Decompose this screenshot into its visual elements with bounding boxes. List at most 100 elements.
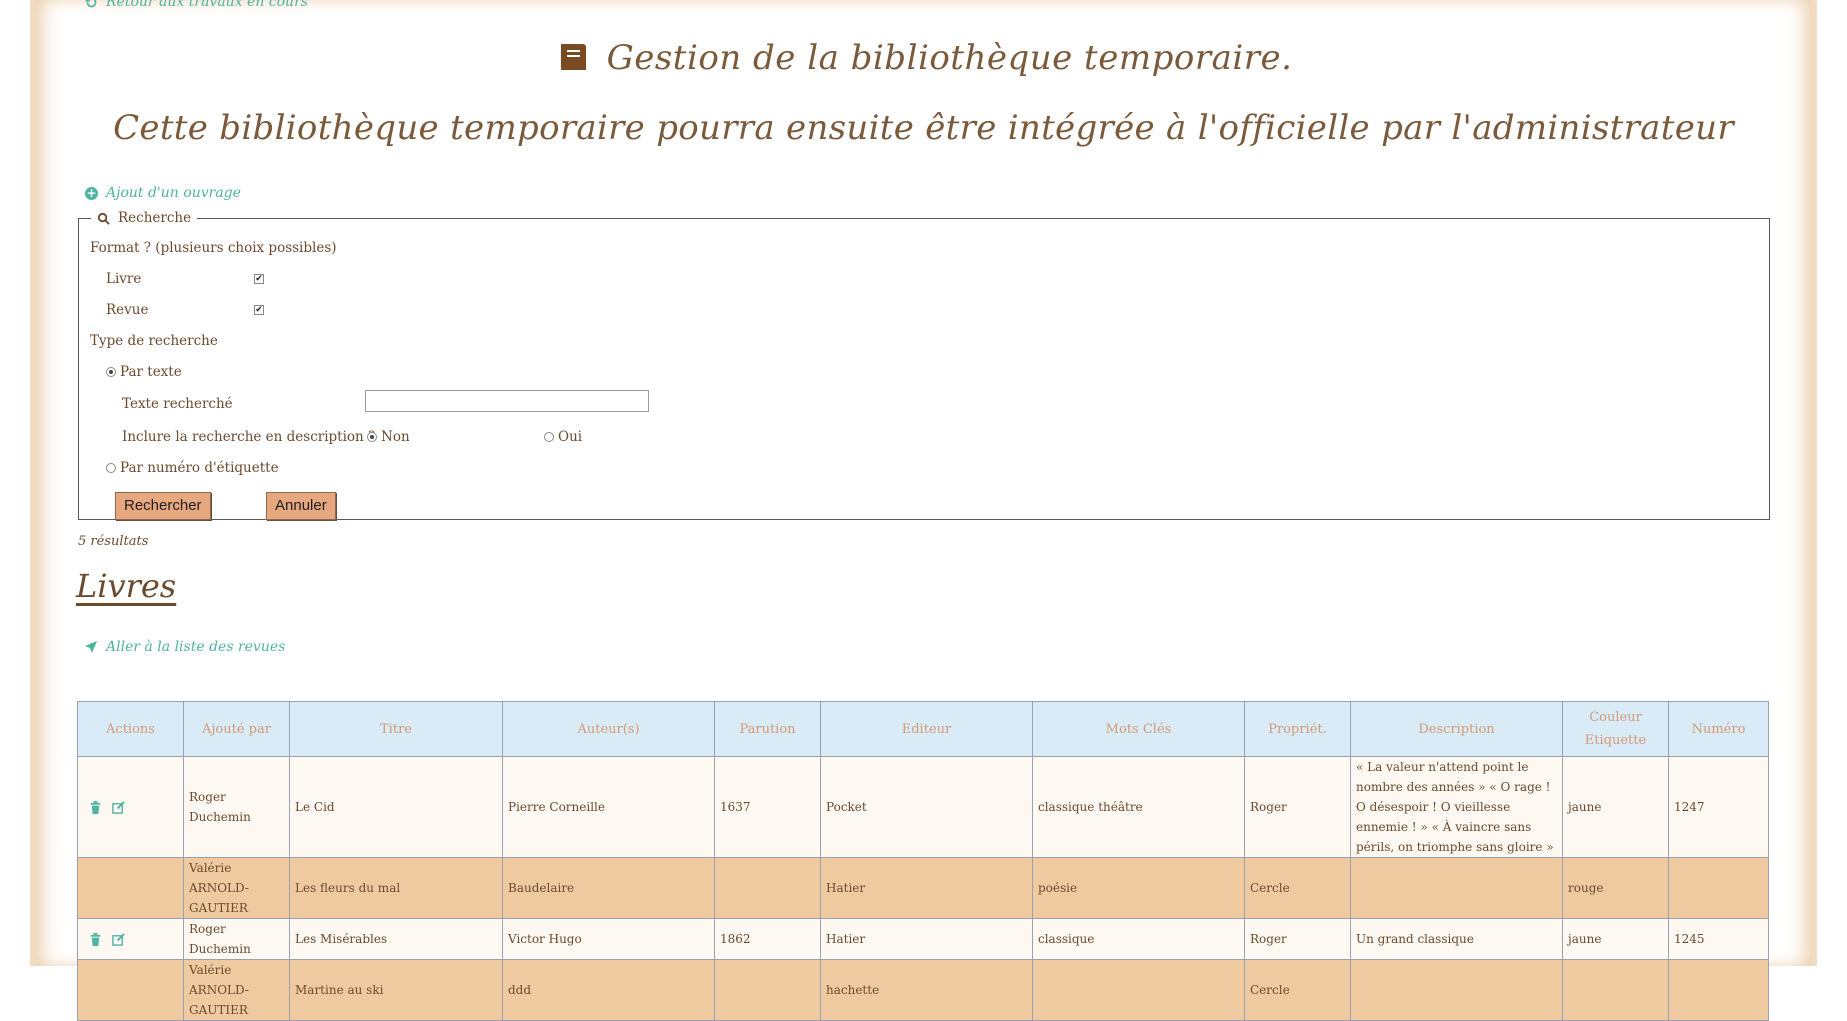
actions-cell bbox=[77, 756, 184, 858]
search-legend: Recherche bbox=[91, 210, 197, 226]
format-livre-checkbox[interactable]: ✔ bbox=[254, 274, 264, 284]
search-text-input[interactable] bbox=[365, 390, 649, 412]
keywords-cell: classique bbox=[1032, 918, 1245, 960]
col-publisher: Editeur bbox=[820, 701, 1033, 757]
cancel-button[interactable]: Annuler bbox=[266, 492, 336, 520]
author-cell: ddd bbox=[502, 959, 715, 1021]
back-link-label: Retour aux travaux en cours bbox=[106, 0, 308, 10]
book-icon bbox=[560, 44, 586, 70]
col-number: Numéro bbox=[1668, 701, 1769, 757]
actions-cell bbox=[77, 959, 184, 1021]
format-label: Format ? (plusieurs choix possibles) bbox=[90, 240, 337, 256]
author-cell: Pierre Corneille bbox=[502, 756, 715, 858]
format-livre-label: Livre bbox=[106, 271, 142, 287]
author-cell: Baudelaire bbox=[502, 857, 715, 919]
add-book-link[interactable]: + Ajout d'un ouvrage bbox=[85, 185, 241, 201]
col-added-by: Ajouté par bbox=[183, 701, 290, 757]
table-row: Roger Duchemin Les Misérables Victor Hug… bbox=[77, 918, 1769, 960]
owner-cell: Cercle bbox=[1244, 959, 1351, 1021]
col-author: Auteur(s) bbox=[502, 701, 715, 757]
table-row: Roger Duchemin Le Cid Pierre Corneille 1… bbox=[77, 756, 1769, 858]
col-description: Description bbox=[1350, 701, 1563, 757]
actions-cell bbox=[77, 857, 184, 919]
keywords-cell bbox=[1032, 959, 1245, 1021]
number-cell: 1247 bbox=[1668, 756, 1769, 858]
actions-cell bbox=[77, 918, 184, 960]
col-actions: Actions bbox=[77, 701, 184, 757]
table-row: Valérie ARNOLD-GAUTIER Les fleurs du mal… bbox=[77, 857, 1769, 919]
add-book-label: Ajout d'un ouvrage bbox=[106, 185, 241, 201]
search-icon bbox=[97, 212, 110, 225]
search-button[interactable]: Rechercher bbox=[115, 492, 211, 520]
title-cell: Les fleurs du mal bbox=[289, 857, 503, 919]
include-description-label: Inclure la recherche en description ? bbox=[122, 429, 376, 445]
include-yes-label: Oui bbox=[558, 429, 583, 445]
publisher-cell: Hatier bbox=[820, 918, 1033, 960]
revues-link-label: Aller à la liste des revues bbox=[106, 639, 286, 655]
owner-cell: Roger bbox=[1244, 756, 1351, 858]
location-arrow-icon bbox=[85, 641, 97, 653]
table-row: Valérie ARNOLD-GAUTIER Martine au ski dd… bbox=[77, 959, 1769, 1021]
include-yes-radio[interactable] bbox=[544, 432, 554, 442]
year-cell: 1637 bbox=[714, 756, 821, 858]
added-by-cell: Roger Duchemin bbox=[183, 756, 290, 858]
search-panel: Recherche bbox=[78, 210, 1770, 520]
year-cell bbox=[714, 959, 821, 1021]
undo-icon bbox=[85, 0, 97, 7]
trash-icon[interactable] bbox=[89, 932, 102, 946]
table-header-row: Actions Ajouté par Titre Auteur(s) Parut… bbox=[77, 701, 1769, 757]
color-cell bbox=[1562, 959, 1669, 1021]
format-revue-label: Revue bbox=[106, 302, 149, 318]
page-title: Gestion de la bibliothèque temporaire. bbox=[0, 38, 1847, 78]
number-cell: 1245 bbox=[1668, 918, 1769, 960]
owner-cell: Cercle bbox=[1244, 857, 1351, 919]
search-legend-label: Recherche bbox=[118, 210, 192, 226]
col-label-color: Couleur Etiquette bbox=[1562, 701, 1669, 757]
number-cell bbox=[1668, 857, 1769, 919]
edit-icon[interactable] bbox=[112, 800, 125, 814]
description-cell: « La valeur n'attend point le nombre des… bbox=[1350, 756, 1563, 858]
page-title-text: Gestion de la bibliothèque temporaire. bbox=[606, 38, 1293, 78]
title-cell: Le Cid bbox=[289, 756, 503, 858]
include-no-label: Non bbox=[381, 429, 410, 445]
description-cell bbox=[1350, 857, 1563, 919]
format-revue-checkbox[interactable]: ✔ bbox=[254, 305, 264, 315]
owner-cell: Roger bbox=[1244, 918, 1351, 960]
col-title: Titre bbox=[289, 701, 503, 757]
title-cell: Les Misérables bbox=[289, 918, 503, 960]
revues-list-link[interactable]: Aller à la liste des revues bbox=[85, 639, 285, 655]
by-text-label: Par texte bbox=[120, 364, 182, 380]
back-link[interactable]: Retour aux travaux en cours bbox=[85, 0, 308, 10]
col-year: Parution bbox=[714, 701, 821, 757]
added-by-cell: Roger Duchemin bbox=[183, 918, 290, 960]
by-text-radio[interactable] bbox=[106, 367, 116, 377]
color-cell: jaune bbox=[1562, 918, 1669, 960]
publisher-cell: hachette bbox=[820, 959, 1033, 1021]
by-number-radio[interactable] bbox=[106, 463, 116, 473]
keywords-cell: classique théâtre bbox=[1032, 756, 1245, 858]
added-by-cell: Valérie ARNOLD-GAUTIER bbox=[183, 857, 290, 919]
author-cell: Victor Hugo bbox=[502, 918, 715, 960]
results-count: 5 résultats bbox=[78, 534, 149, 549]
year-cell: 1862 bbox=[714, 918, 821, 960]
include-no-radio[interactable] bbox=[367, 432, 377, 442]
color-cell: jaune bbox=[1562, 756, 1669, 858]
publisher-cell: Hatier bbox=[820, 857, 1033, 919]
title-cell: Martine au ski bbox=[289, 959, 503, 1021]
section-title-livres: Livres bbox=[76, 567, 177, 605]
by-number-label: Par numéro d'étiquette bbox=[120, 460, 279, 476]
plus-circle-icon: + bbox=[85, 185, 98, 200]
color-cell: rouge bbox=[1562, 857, 1669, 919]
publisher-cell: Pocket bbox=[820, 756, 1033, 858]
added-by-cell: Valérie ARNOLD-GAUTIER bbox=[183, 959, 290, 1021]
search-type-label: Type de recherche bbox=[90, 333, 218, 349]
year-cell bbox=[714, 857, 821, 919]
description-cell bbox=[1350, 959, 1563, 1021]
search-text-label: Texte recherché bbox=[122, 396, 233, 412]
trash-icon[interactable] bbox=[89, 800, 102, 814]
number-cell bbox=[1668, 959, 1769, 1021]
description-cell: Un grand classique bbox=[1350, 918, 1563, 960]
books-table: Actions Ajouté par Titre Auteur(s) Parut… bbox=[77, 701, 1769, 1021]
keywords-cell: poésie bbox=[1032, 857, 1245, 919]
edit-icon[interactable] bbox=[112, 932, 125, 946]
